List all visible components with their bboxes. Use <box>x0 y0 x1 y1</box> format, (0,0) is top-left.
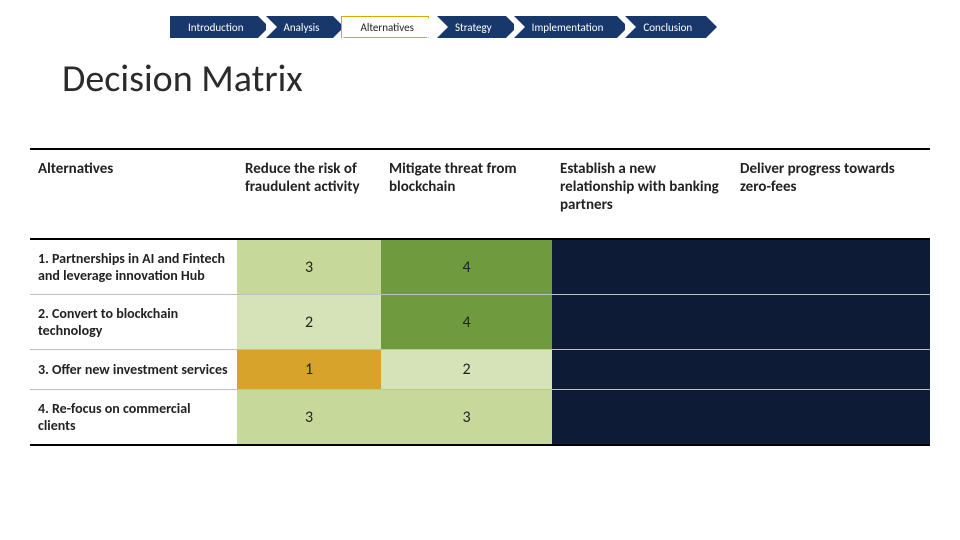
nav-introduction[interactable]: Introduction <box>170 16 258 38</box>
score-cell-redacted <box>552 239 732 295</box>
row-label: 4. Re-focus on commercial clients <box>30 390 237 446</box>
nav-label: Implementation <box>532 21 604 34</box>
col-reduce-risk: Reduce the risk of fraudulent activity <box>237 149 381 239</box>
row-label: 3. Offer new investment services <box>30 350 237 390</box>
nav-conclusion[interactable]: Conclusion <box>625 16 706 38</box>
col-alternatives: Alternatives <box>30 149 237 239</box>
score-cell-redacted <box>552 350 732 390</box>
score-cell-redacted <box>552 390 732 446</box>
nav-label: Alternatives <box>360 21 413 34</box>
nav-label: Analysis <box>284 21 320 34</box>
table-row: 4. Re-focus on commercial clients33 <box>30 390 930 446</box>
col-zero-fees: Deliver progress towards zero-fees <box>732 149 930 239</box>
col-blockchain: Mitigate threat from blockchain <box>381 149 552 239</box>
nav-label: Conclusion <box>643 21 692 34</box>
score-cell: 4 <box>381 295 552 350</box>
score-cell-redacted <box>732 295 930 350</box>
score-cell-redacted <box>732 350 930 390</box>
score-cell: 3 <box>237 390 381 446</box>
page-title: Decision Matrix <box>62 56 303 102</box>
score-cell: 1 <box>237 350 381 390</box>
score-cell-redacted <box>732 239 930 295</box>
row-label: 2. Convert to blockchain technology <box>30 295 237 350</box>
nav-strategy[interactable]: Strategy <box>437 16 506 38</box>
nav-implementation[interactable]: Implementation <box>514 16 618 38</box>
breadcrumb: Introduction Analysis Alternatives Strat… <box>170 16 714 38</box>
score-cell-redacted <box>552 295 732 350</box>
nav-label: Strategy <box>455 21 492 34</box>
nav-label: Introduction <box>188 21 244 34</box>
col-banking: Establish a new relationship with bankin… <box>552 149 732 239</box>
score-cell: 2 <box>237 295 381 350</box>
table-row: 1. Partnerships in AI and Fintech and le… <box>30 239 930 295</box>
row-label: 1. Partnerships in AI and Fintech and le… <box>30 239 237 295</box>
decision-matrix-table: Alternatives Reduce the risk of fraudule… <box>30 148 930 446</box>
score-cell: 4 <box>381 239 552 295</box>
score-cell: 3 <box>381 390 552 446</box>
score-cell: 3 <box>237 239 381 295</box>
table-row: 3. Offer new investment services12 <box>30 350 930 390</box>
score-cell: 2 <box>381 350 552 390</box>
nav-analysis[interactable]: Analysis <box>266 16 334 38</box>
score-cell-redacted <box>732 390 930 446</box>
table-row: 2. Convert to blockchain technology24 <box>30 295 930 350</box>
nav-alternatives[interactable]: Alternatives <box>341 16 428 38</box>
